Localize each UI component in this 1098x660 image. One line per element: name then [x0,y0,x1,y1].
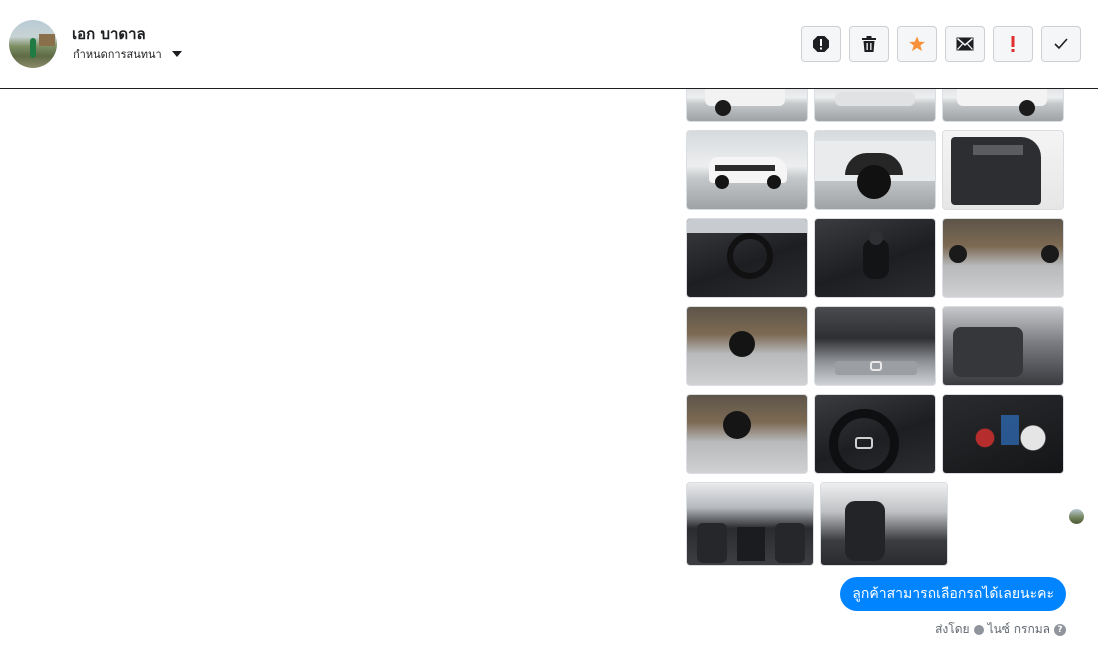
photo-attachment[interactable] [686,89,808,122]
photo-attachment[interactable] [814,394,936,474]
star-icon [909,36,925,52]
photo-attachment[interactable] [942,218,1064,298]
message-thread[interactable]: ลูกค้าสามารถเลือกรถได้เลยนะคะ ส่งโดย ไนซ… [0,89,1098,660]
conversation-header: เอก บาดาล กำหนดการสนทนา [0,0,1098,89]
photo-attachment[interactable] [686,218,808,298]
mark-unread-button[interactable] [945,26,985,62]
verified-icon [973,624,984,635]
photo-attachment[interactable] [942,394,1064,474]
trash-icon [862,36,876,52]
assign-conversation-dropdown[interactable]: กำหนดการสนทนา [73,45,182,63]
delete-button[interactable] [849,26,889,62]
photo-attachment[interactable] [686,394,808,474]
caret-down-icon [171,51,182,57]
photo-attachment[interactable] [814,89,936,122]
photo-attachment[interactable] [686,482,814,566]
sent-by-label: ส่งโดย [935,622,970,636]
outgoing-message: ลูกค้าสามารถเลือกรถได้เลยนะคะ [840,577,1066,611]
message-bubble[interactable]: ลูกค้าสามารถเลือกรถได้เลยนะคะ [840,577,1066,611]
contact-name[interactable]: เอก บาดาล [72,22,146,46]
photo-attachment[interactable] [686,306,808,386]
sender-name: ไนซ์ กรกมล [987,622,1050,636]
mark-done-button[interactable] [1041,26,1081,62]
photo-attachment[interactable] [942,89,1064,122]
follow-up-button[interactable] [993,26,1033,62]
photo-attachment[interactable] [942,306,1064,386]
contact-avatar[interactable] [9,20,57,68]
avatar-person [30,38,36,58]
star-button[interactable] [897,26,937,62]
checkmark-icon [1054,38,1068,50]
photo-attachment[interactable] [820,482,948,566]
assign-conversation-label: กำหนดการสนทนา [73,48,162,61]
avatar-scene [39,34,55,46]
conversation-toolbar [801,26,1081,62]
photo-attachment[interactable] [814,130,936,210]
help-icon[interactable]: ? [1054,623,1066,636]
report-spam-button[interactable] [801,26,841,62]
sent-by-line: ส่งโดย ไนซ์ กรกมล ? [935,620,1066,639]
photo-attachment[interactable] [942,130,1064,210]
photo-attachment[interactable] [814,218,936,298]
alert-octagon-icon [813,36,829,52]
photo-attachment[interactable] [814,306,936,386]
sender-avatar [1069,509,1084,524]
photo-attachment[interactable] [686,130,808,210]
exclamation-icon [1011,36,1015,52]
envelope-icon [956,37,974,51]
